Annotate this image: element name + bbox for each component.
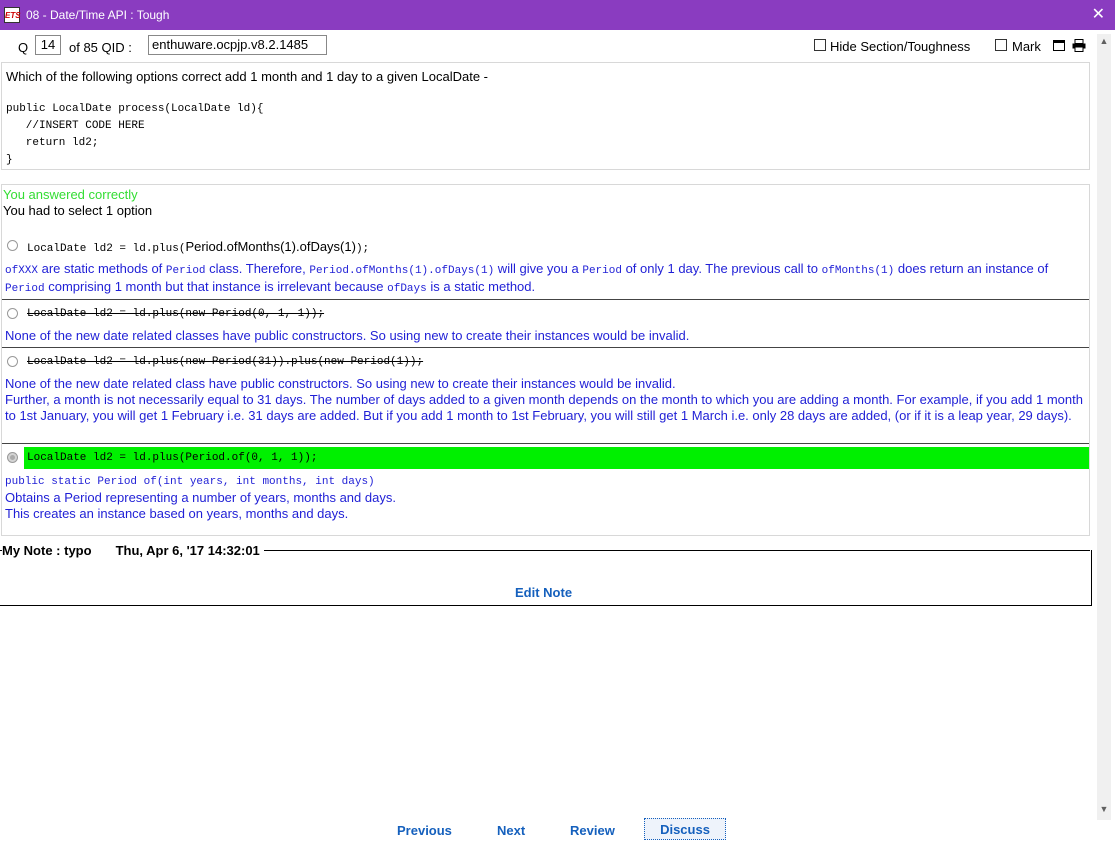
selection-hint: You had to select 1 option xyxy=(3,203,153,218)
answer-panel: You answered correctly You had to select… xyxy=(1,184,1090,536)
question-number-label: Q xyxy=(18,40,29,55)
hide-section-checkbox[interactable] xyxy=(814,39,826,51)
note-timestamp: Thu, Apr 6, '17 14:32:01 xyxy=(115,543,260,558)
question-count-label: of 85 QID : xyxy=(69,40,132,55)
mark-checkbox[interactable] xyxy=(995,39,1007,51)
option-2-text[interactable]: LocalDate ld2 = ld.plus(new Period(0, 1,… xyxy=(27,308,324,320)
question-panel: Which of the following options correct a… xyxy=(1,62,1090,170)
print-icon[interactable] xyxy=(1072,39,1086,52)
option-4-signature: public static Period of(int years, int m… xyxy=(5,476,375,488)
option-divider xyxy=(2,347,1089,348)
option-1-explanation-part: is a static method. xyxy=(426,279,536,294)
option-divider xyxy=(2,443,1089,444)
option-1-explanation-part: Period.ofMonths(1).ofDays(1) xyxy=(309,265,495,277)
title-bar: ETS 08 - Date/Time API : Tough ✕ xyxy=(0,0,1115,30)
option-1-explanation-part: will give you a xyxy=(494,261,583,276)
option-1-explanation-part: of only 1 day. The previous call to xyxy=(621,261,822,276)
option-3-radio[interactable] xyxy=(7,356,18,367)
correct-status: You answered correctly xyxy=(3,187,138,202)
option-3-explanation: None of the new date related class have … xyxy=(5,376,1085,424)
question-code: public LocalDate process(LocalDate ld){ … xyxy=(6,103,264,166)
option-1-explanation: ofXXX are static methods of Period class… xyxy=(5,261,1085,297)
app-icon: ETS xyxy=(4,7,21,23)
option-1-explanation-part: class. Therefore, xyxy=(205,261,310,276)
question-toolbar: Q 14 of 85 QID : enthuware.ocpjp.v8.2.14… xyxy=(0,34,1100,60)
option-1-code-b: Period.ofMonths(1).ofDays(1) xyxy=(185,239,356,254)
option-3-explanation-line-2: Further, a month is not necessarily equa… xyxy=(5,392,1083,423)
discuss-button[interactable]: Discuss xyxy=(644,818,726,840)
option-4-text[interactable]: LocalDate ld2 = ld.plus(Period.of(0, 1, … xyxy=(27,452,317,464)
option-1-explanation-part: comprising 1 month but that instance is … xyxy=(44,279,388,294)
option-1-explanation-part: ofMonths(1) xyxy=(821,265,895,277)
previous-button[interactable]: Previous xyxy=(397,823,452,838)
option-4-explanation-line-2: This creates an instance based on years,… xyxy=(5,506,349,521)
option-4-radio[interactable] xyxy=(7,452,18,463)
option-1-explanation-part: does return an instance of xyxy=(894,261,1049,276)
question-text: Which of the following options correct a… xyxy=(6,69,489,84)
hide-section-label[interactable]: Hide Section/Toughness xyxy=(830,39,970,54)
window-icon[interactable] xyxy=(1053,40,1065,51)
option-2-radio[interactable] xyxy=(7,308,18,319)
question-number-input[interactable]: 14 xyxy=(35,35,61,55)
option-1-radio[interactable] xyxy=(7,240,18,251)
option-2-explanation: None of the new date related classes hav… xyxy=(5,328,690,343)
note-header: My Note : typo Thu, Apr 6, '17 14:32:01 xyxy=(2,543,264,558)
scroll-down-arrow-icon[interactable]: ▼ xyxy=(1097,804,1111,818)
note-title: My Note : typo xyxy=(2,543,92,558)
option-3-explanation-line-1: None of the new date related class have … xyxy=(5,376,676,391)
qid-field[interactable]: enthuware.ocpjp.v8.2.1485 xyxy=(148,35,327,55)
vertical-scrollbar[interactable]: ▲ ▼ xyxy=(1097,34,1111,820)
option-1-explanation-part: Period xyxy=(582,265,622,277)
close-button[interactable]: ✕ xyxy=(1092,4,1105,24)
option-1-explanation-part: are static methods of xyxy=(38,261,166,276)
mark-label[interactable]: Mark xyxy=(1012,39,1041,54)
option-1-explanation-part: ofDays xyxy=(387,283,427,295)
option-3-text[interactable]: LocalDate ld2 = ld.plus(new Period(31)).… xyxy=(27,356,423,368)
option-1-text[interactable]: LocalDate ld2 = ld.plus(Period.ofMonths(… xyxy=(27,239,369,255)
window-edge xyxy=(1111,30,1115,842)
review-button[interactable]: Review xyxy=(570,823,615,838)
edit-note-button[interactable]: Edit Note xyxy=(515,585,572,600)
option-4-explanation-line-1: Obtains a Period representing a number o… xyxy=(5,490,396,505)
option-1-explanation-part: Period xyxy=(165,265,206,277)
next-button[interactable]: Next xyxy=(497,823,525,838)
option-divider xyxy=(2,299,1089,300)
option-1-code-c: ); xyxy=(355,243,370,255)
option-4-explanation: public static Period of(int years, int m… xyxy=(5,474,1085,522)
window-title: 08 - Date/Time API : Tough xyxy=(26,8,170,22)
option-1-explanation-part: Period xyxy=(5,283,45,295)
option-1-explanation-part: ofXXX xyxy=(5,265,39,277)
scroll-up-arrow-icon[interactable]: ▲ xyxy=(1097,36,1111,50)
option-1-code-a: LocalDate ld2 = ld.plus( xyxy=(27,243,186,255)
